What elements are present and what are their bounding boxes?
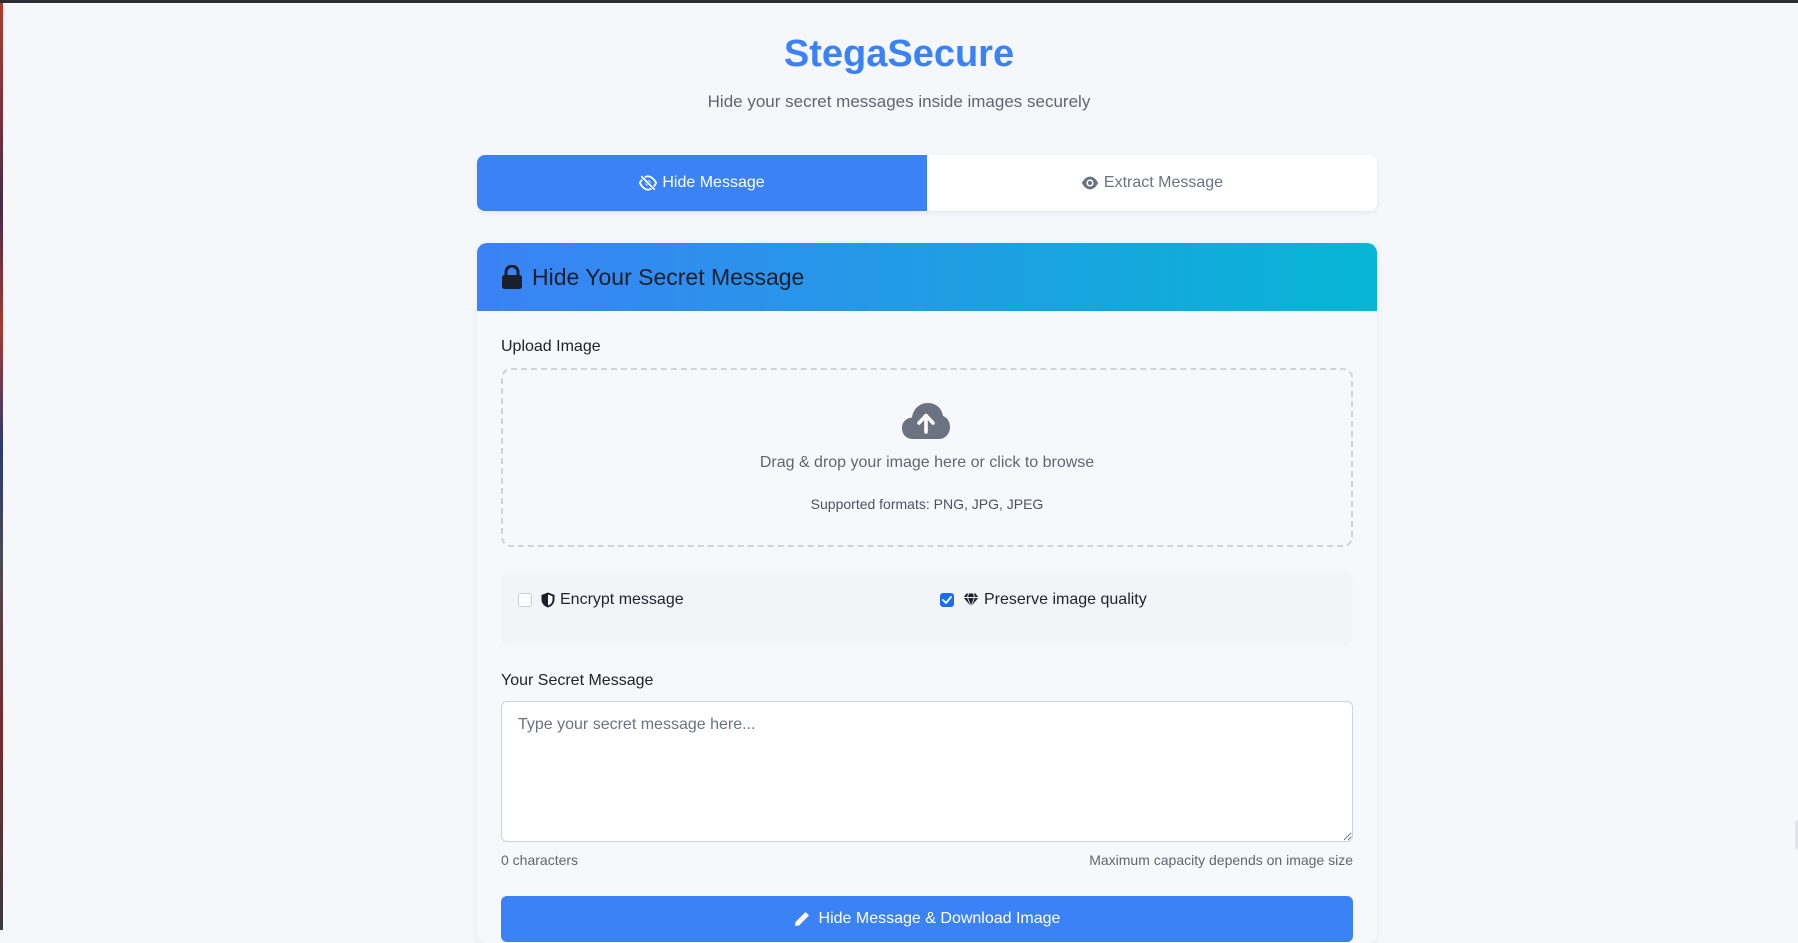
secret-message-input[interactable] bbox=[501, 701, 1353, 842]
encrypt-option[interactable]: Encrypt message bbox=[518, 591, 684, 609]
encrypt-option-label: Encrypt message bbox=[560, 591, 684, 608]
hide-message-card: Hide Your Secret Message Upload Image Dr… bbox=[477, 243, 1377, 943]
window-left-edge bbox=[0, 3, 3, 930]
tab-hide-message-label: Hide Message bbox=[662, 174, 765, 191]
upload-dropzone[interactable]: Drag & drop your image here or click to … bbox=[501, 368, 1353, 547]
tab-extract-message[interactable]: Extract Message bbox=[927, 155, 1377, 211]
upload-label: Upload Image bbox=[501, 338, 601, 355]
eye-icon bbox=[1081, 176, 1099, 190]
cloud-upload-icon bbox=[902, 403, 950, 439]
lock-icon bbox=[502, 265, 522, 289]
window-top-border bbox=[0, 0, 1798, 3]
card-title: Hide Your Secret Message bbox=[532, 263, 805, 290]
encrypt-checkbox[interactable] bbox=[518, 593, 532, 607]
app-title: StegaSecure bbox=[783, 33, 1015, 75]
card-header: Hide Your Secret Message bbox=[477, 243, 1377, 311]
shield-icon bbox=[541, 592, 555, 608]
secret-message-label: Your Secret Message bbox=[501, 672, 654, 689]
pen-icon bbox=[794, 912, 809, 926]
preserve-quality-label: Preserve image quality bbox=[984, 591, 1147, 608]
mode-tabs: Hide Message Extract Message bbox=[477, 155, 1377, 211]
app-subtitle: Hide your secret messages inside images … bbox=[707, 92, 1091, 111]
gem-icon bbox=[963, 593, 979, 607]
tab-extract-message-label: Extract Message bbox=[1103, 174, 1224, 191]
capacity-note: Maximum capacity depends on image size bbox=[1089, 852, 1353, 868]
hide-and-download-button[interactable]: Hide Message & Download Image bbox=[501, 896, 1353, 942]
character-count: 0 characters bbox=[501, 852, 579, 868]
hide-and-download-label: Hide Message & Download Image bbox=[818, 910, 1061, 927]
preserve-quality-checkbox[interactable] bbox=[940, 593, 954, 607]
dropzone-prompt: Drag & drop your image here or click to … bbox=[759, 454, 1095, 471]
supported-formats: Supported formats: PNG, JPG, JPEG bbox=[810, 496, 1044, 512]
preserve-quality-option[interactable]: Preserve image quality bbox=[940, 591, 1147, 609]
options-panel: Encrypt message Preserve image quality bbox=[501, 573, 1353, 645]
checkmark-icon bbox=[942, 596, 952, 604]
eye-slash-icon bbox=[639, 175, 658, 191]
tab-hide-message[interactable]: Hide Message bbox=[477, 155, 927, 211]
